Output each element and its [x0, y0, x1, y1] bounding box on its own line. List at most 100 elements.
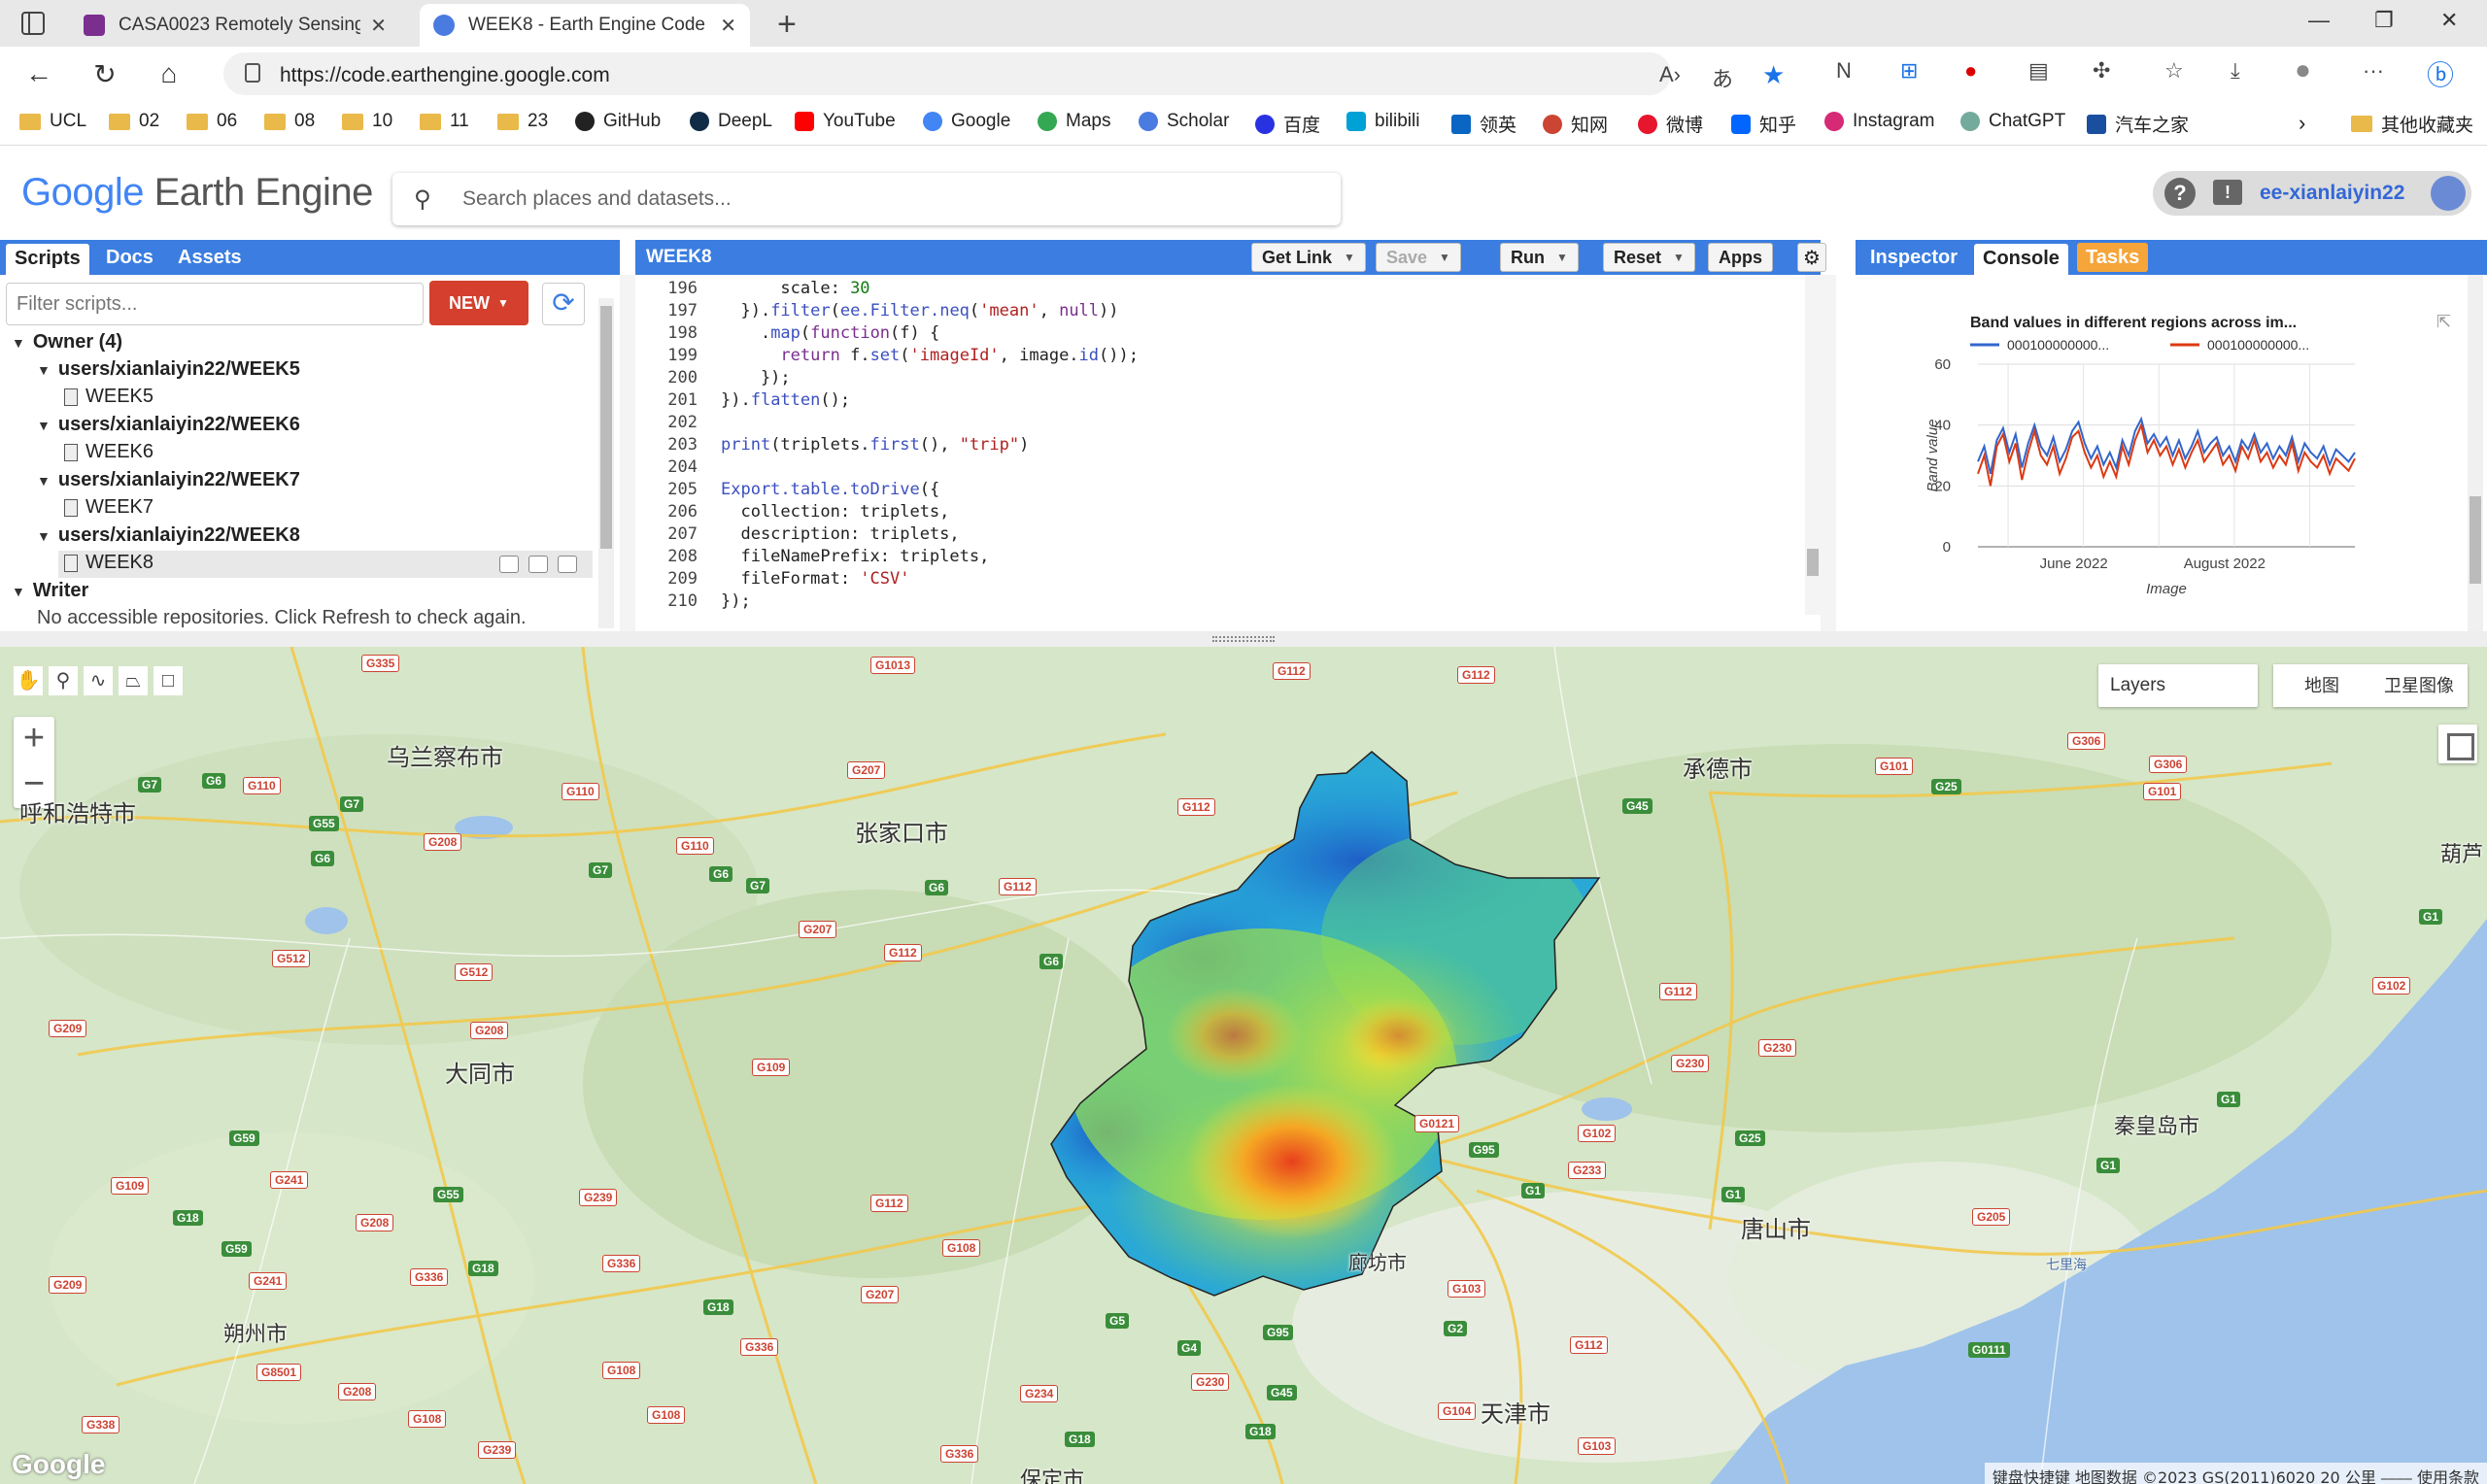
repo-item[interactable]: ▼ users/xianlaiyin22/WEEK6 [37, 414, 300, 436]
tab-tasks[interactable]: Tasks [2077, 243, 2149, 272]
delete-icon[interactable] [558, 556, 577, 573]
bookmark-scholar[interactable]: Scholar [1139, 111, 1229, 132]
bookmark-folder[interactable]: 11 [420, 111, 469, 132]
save-button[interactable]: Save ▼ [1376, 243, 1461, 272]
close-tab-icon[interactable]: ✕ [720, 14, 736, 38]
editor-scrollbar[interactable] [1805, 275, 1821, 615]
tab-inspector[interactable]: Inspector [1861, 243, 1966, 272]
maximize-icon[interactable]: ❐ [2374, 8, 2394, 33]
bookmark-folder[interactable]: 23 [497, 111, 548, 132]
browser-tab-casa[interactable]: CASA0023 Remotely Sensing Citi ✕ [70, 4, 400, 47]
layers-button[interactable]: Layers [2098, 664, 2258, 707]
bookmark-folder[interactable]: 08 [264, 111, 315, 132]
bookmark-weibo[interactable]: 微博 [1638, 111, 1703, 137]
read-aloud-icon[interactable]: A› [1659, 62, 1681, 87]
bookmark-baidu[interactable]: 百度 [1255, 111, 1320, 137]
draw-rectangle-icon[interactable]: □ [153, 666, 183, 695]
script-item[interactable]: WEEK8 [64, 552, 153, 574]
extensions-icon[interactable]: ✣ [2093, 58, 2110, 84]
bookmark-autohome[interactable]: 汽车之家 [2087, 111, 2189, 137]
script-item[interactable]: WEEK6 [64, 441, 153, 463]
close-window-icon[interactable]: ✕ [2440, 8, 2458, 33]
tab-docs[interactable]: Docs [97, 243, 162, 272]
script-item[interactable]: WEEK7 [64, 496, 153, 519]
rename-icon[interactable] [528, 556, 548, 573]
bookmark-zhihu[interactable]: 知乎 [1731, 111, 1796, 137]
tab-scripts[interactable]: Scripts [6, 244, 89, 275]
bing-icon[interactable]: ⓑ [2427, 54, 2454, 93]
draw-shape-icon[interactable]: ⏢ [119, 666, 148, 695]
bookmark-folder[interactable]: 10 [342, 111, 392, 132]
tab-actions-icon[interactable] [21, 12, 45, 35]
console-scrollbar[interactable] [2468, 275, 2483, 631]
dropdown-caret-icon[interactable]: ▼ [1344, 251, 1355, 264]
map-view[interactable]: ✋ ⚲ ∿ ⏢ □ + − Layers 地图 卫星图像 乌兰察布市 呼和浩特市… [0, 647, 2487, 1484]
history-icon[interactable] [499, 556, 519, 573]
owner-group[interactable]: ▼ Owner (4) [12, 331, 122, 354]
dropdown-caret-icon[interactable]: ▼ [1673, 251, 1685, 264]
bookmark-folder[interactable]: UCL [19, 111, 86, 132]
favorites-icon[interactable]: ☆ [2164, 58, 2184, 84]
map-splitter[interactable] [0, 631, 2487, 647]
bookmark-maps[interactable]: Maps [1038, 111, 1110, 132]
settings-gear-icon[interactable]: ⚙ [1797, 243, 1826, 272]
scrollbar-thumb[interactable] [600, 306, 612, 549]
filter-scripts-input[interactable] [6, 283, 424, 325]
band-values-chart[interactable]: Band values in different regions across … [1863, 304, 2466, 624]
left-splitter[interactable] [620, 275, 635, 631]
run-button[interactable]: Run ▼ [1500, 243, 1579, 272]
fullscreen-icon[interactable] [2438, 725, 2477, 763]
help-icon[interactable]: ? [2164, 178, 2196, 209]
reset-button[interactable]: Reset ▼ [1603, 243, 1695, 272]
add-marker-icon[interactable]: ⚲ [49, 666, 78, 695]
new-tab-icon[interactable]: + [777, 6, 797, 44]
splitter-grip-icon[interactable] [1212, 636, 1275, 642]
bookmark-folder[interactable]: 02 [109, 111, 159, 132]
search-input[interactable] [462, 185, 1317, 214]
bookmark-chatgpt[interactable]: ChatGPT [1960, 111, 2065, 132]
code-editor[interactable]: 196 197 198 199 200 201 202 203 204 205 … [635, 275, 1821, 631]
bookmark-cnki[interactable]: 知网 [1543, 111, 1608, 137]
writer-group[interactable]: ▼ Writer [12, 580, 88, 602]
translate-icon[interactable]: あ [1712, 62, 1733, 93]
bookmarks-overflow-icon[interactable]: › [2299, 111, 2305, 136]
new-button[interactable]: NEW ▼ [429, 281, 528, 325]
tab-console[interactable]: Console [1974, 244, 2068, 275]
bookmark-other-folder[interactable]: 其他收藏夹 [2351, 111, 2473, 137]
map-type-satellite-button[interactable]: 卫星图像 [2370, 664, 2468, 707]
profile-icon[interactable]: ● [2295, 54, 2311, 85]
bookmark-deepl[interactable]: DeepL [690, 111, 772, 132]
bookmark-bilibili[interactable]: bilibili [1346, 111, 1419, 132]
url-field[interactable]: https://code.earthengine.google.com A› あ… [223, 52, 1785, 95]
close-tab-icon[interactable]: ✕ [370, 14, 387, 38]
bookmark-instagram[interactable]: Instagram [1824, 111, 1934, 132]
user-menu[interactable]: ? ! ee-xianlaiyin22 [2153, 171, 2471, 216]
browser-tab-week8[interactable]: WEEK8 - Earth Engine Code Edito ✕ [420, 4, 750, 47]
draw-line-icon[interactable]: ∿ [84, 666, 113, 695]
bookmark-linkedin[interactable]: 领英 [1451, 111, 1516, 137]
dropdown-caret-icon[interactable]: ▼ [1556, 251, 1568, 264]
dropdown-caret-icon[interactable]: ▼ [1439, 251, 1450, 264]
zoom-in-icon[interactable]: + [14, 717, 54, 762]
apps-button[interactable]: Apps [1708, 243, 1773, 272]
scripts-scrollbar[interactable] [598, 298, 614, 628]
favorite-star-icon[interactable]: ★ [1762, 60, 1785, 90]
bookmark-github[interactable]: GitHub [575, 111, 661, 132]
extension-translate-icon[interactable]: ⊞ [1900, 58, 1918, 84]
get-link-button[interactable]: Get Link ▼ [1251, 243, 1366, 272]
bookmark-google[interactable]: Google [923, 111, 1010, 132]
bookmark-youtube[interactable]: YouTube [795, 111, 896, 132]
scrollbar-thumb[interactable] [2470, 496, 2481, 584]
repo-item[interactable]: ▼ users/xianlaiyin22/WEEK7 [37, 469, 300, 491]
open-in-new-icon[interactable]: ⇱ [2436, 312, 2451, 331]
more-menu-icon[interactable]: ··· [2363, 58, 2384, 84]
home-icon[interactable]: ⌂ [153, 58, 185, 89]
extension-opera-icon[interactable]: ● [1964, 58, 1977, 84]
extension-reader-icon[interactable]: ▤ [2028, 58, 2049, 84]
repo-item[interactable]: ▼ users/xianlaiyin22/WEEK8 [37, 524, 300, 547]
scrollbar-thumb[interactable] [1807, 549, 1819, 576]
repo-item[interactable]: ▼ users/xianlaiyin22/WEEK5 [37, 358, 300, 381]
script-item[interactable]: WEEK5 [64, 386, 153, 408]
earth-engine-logo[interactable]: Google Earth Engine [21, 171, 373, 215]
map-type-map-button[interactable]: 地图 [2273, 664, 2370, 707]
